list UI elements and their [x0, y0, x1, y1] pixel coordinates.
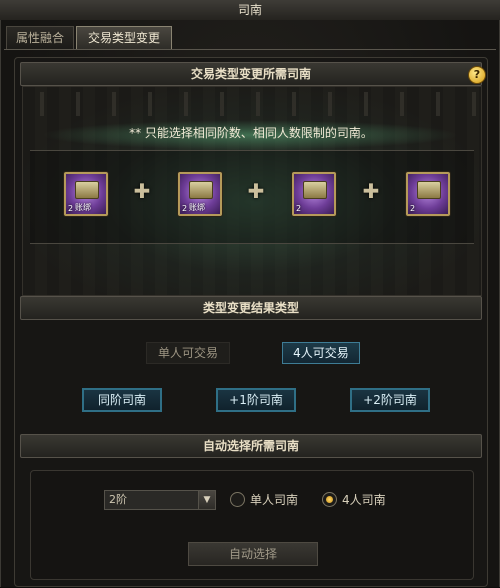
- four-person-trade-button[interactable]: 4人可交易: [282, 342, 360, 364]
- window-title: 司南: [0, 0, 500, 21]
- plus-one-tier-button[interactable]: +1阶司南: [216, 388, 296, 412]
- compass-slot-3[interactable]: 2: [292, 172, 336, 216]
- tab-attribute-fusion[interactable]: 属性融合: [6, 26, 74, 49]
- tier-dropdown-value: 2阶: [109, 493, 127, 506]
- compass-slot-1[interactable]: 2 账绑: [64, 172, 108, 216]
- result-section-header: 类型变更结果类型: [20, 296, 482, 320]
- tab-trade-type-change[interactable]: 交易类型变更: [76, 26, 172, 49]
- plus-two-tier-button[interactable]: +2阶司南: [350, 388, 430, 412]
- chevron-down-icon[interactable]: ▼: [198, 491, 215, 509]
- same-tier-button[interactable]: 同阶司南: [82, 388, 162, 412]
- slot-level: 2: [296, 204, 302, 213]
- auto-select-button[interactable]: 自动选择: [188, 542, 318, 566]
- ornament-border: [22, 92, 480, 116]
- radio-four-person-compass[interactable]: [322, 492, 337, 507]
- single-trade-button[interactable]: 单人可交易: [146, 342, 230, 364]
- compass-item-icon: [417, 181, 441, 199]
- tab-divider: [4, 49, 496, 50]
- slot-bind-tag: 账绑: [75, 203, 91, 212]
- radio-four-person-compass-label[interactable]: 4人司南: [342, 491, 386, 508]
- slot-bind-tag: 账绑: [189, 203, 205, 212]
- radio-single-compass-label[interactable]: 单人司南: [250, 491, 298, 508]
- slot-level: 2: [68, 204, 74, 213]
- compass-item-icon: [75, 181, 99, 199]
- tier-dropdown[interactable]: 2阶 ▼: [104, 490, 216, 510]
- radio-single-compass[interactable]: [230, 492, 245, 507]
- plus-icon: ✚: [247, 179, 265, 203]
- compass-slot-4[interactable]: 2: [406, 172, 450, 216]
- plus-icon: ✚: [362, 179, 380, 203]
- selection-notice: ** 只能选择相同阶数、相同人数限制的司南。: [129, 126, 373, 140]
- help-icon[interactable]: ?: [468, 66, 486, 84]
- required-section-header: 交易类型变更所需司南: [20, 62, 482, 86]
- compass-slot-2[interactable]: 2 账绑: [178, 172, 222, 216]
- plus-icon: ✚: [133, 179, 151, 203]
- slot-level: 2: [182, 204, 188, 213]
- auto-section-header: 自动选择所需司南: [20, 434, 482, 458]
- slot-level: 2: [410, 204, 416, 213]
- compass-item-icon: [303, 181, 327, 199]
- compass-item-icon: [189, 181, 213, 199]
